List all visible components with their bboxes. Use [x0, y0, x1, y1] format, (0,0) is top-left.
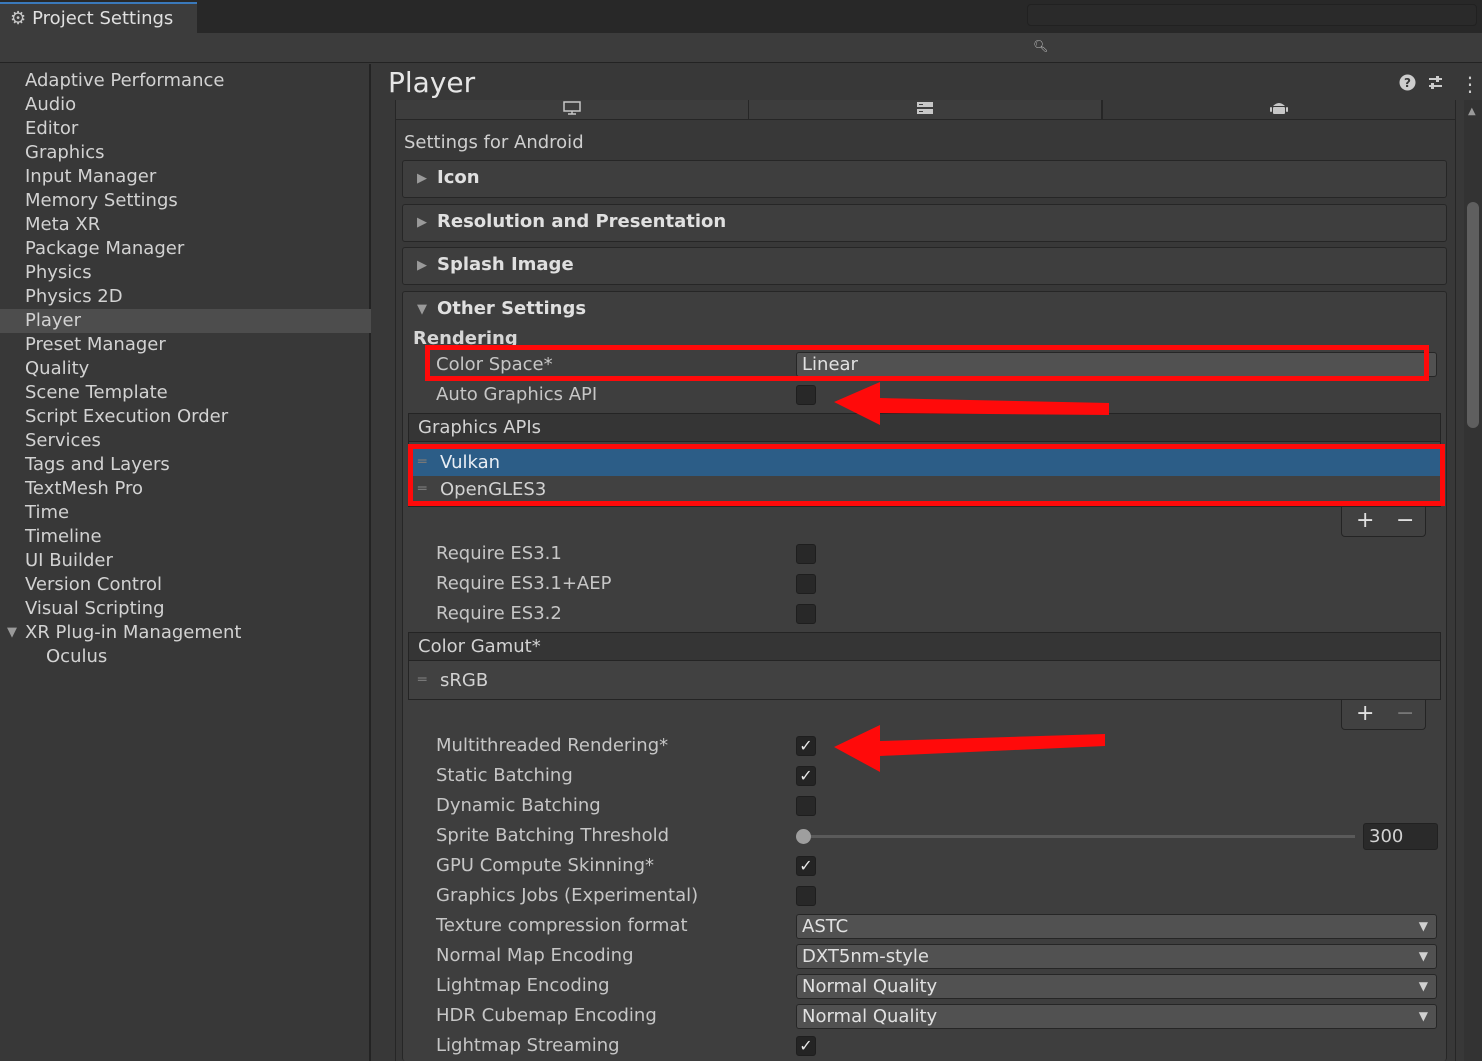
- annotation-arrow-icon: [834, 725, 1105, 772]
- annotation-arrow-icon: [834, 382, 1109, 425]
- annotation-arrows: [834, 382, 1109, 772]
